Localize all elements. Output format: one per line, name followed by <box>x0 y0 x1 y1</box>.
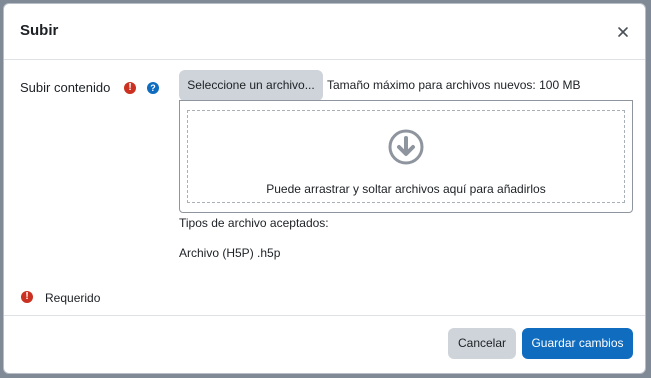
drop-zone[interactable]: Puede arrastrar y soltar archivos aquí p… <box>187 110 625 203</box>
field-label: Subir contenido <box>20 80 111 95</box>
cancel-button[interactable]: Cancelar <box>448 328 516 359</box>
dialog-header: Subir <box>4 4 645 60</box>
arrow-circle-down-icon <box>387 128 425 166</box>
max-size-text: Tamaño máximo para archivos nuevos: 100 … <box>327 78 581 92</box>
save-button[interactable]: Guardar cambios <box>522 328 633 359</box>
file-manager: Puede arrastrar y soltar archivos aquí p… <box>179 100 633 213</box>
drop-text: Puede arrastrar y soltar archivos aquí p… <box>266 182 546 196</box>
upload-dialog: Subir Subir contenido ! ? Seleccione un … <box>3 3 646 374</box>
dialog-footer: Cancelar Guardar cambios <box>4 315 645 373</box>
close-icon[interactable] <box>615 24 631 40</box>
accepted-types-label: Tipos de archivo aceptados: <box>179 216 329 230</box>
required-note-text: Requerido <box>45 291 101 305</box>
dialog-title: Subir <box>20 22 59 39</box>
required-note-icon: ! <box>21 291 33 303</box>
help-icon[interactable]: ? <box>147 82 159 94</box>
required-icon: ! <box>124 82 136 94</box>
choose-file-button[interactable]: Seleccione un archivo... <box>179 70 323 101</box>
accepted-type-item: Archivo (H5P) .h5p <box>179 246 281 260</box>
